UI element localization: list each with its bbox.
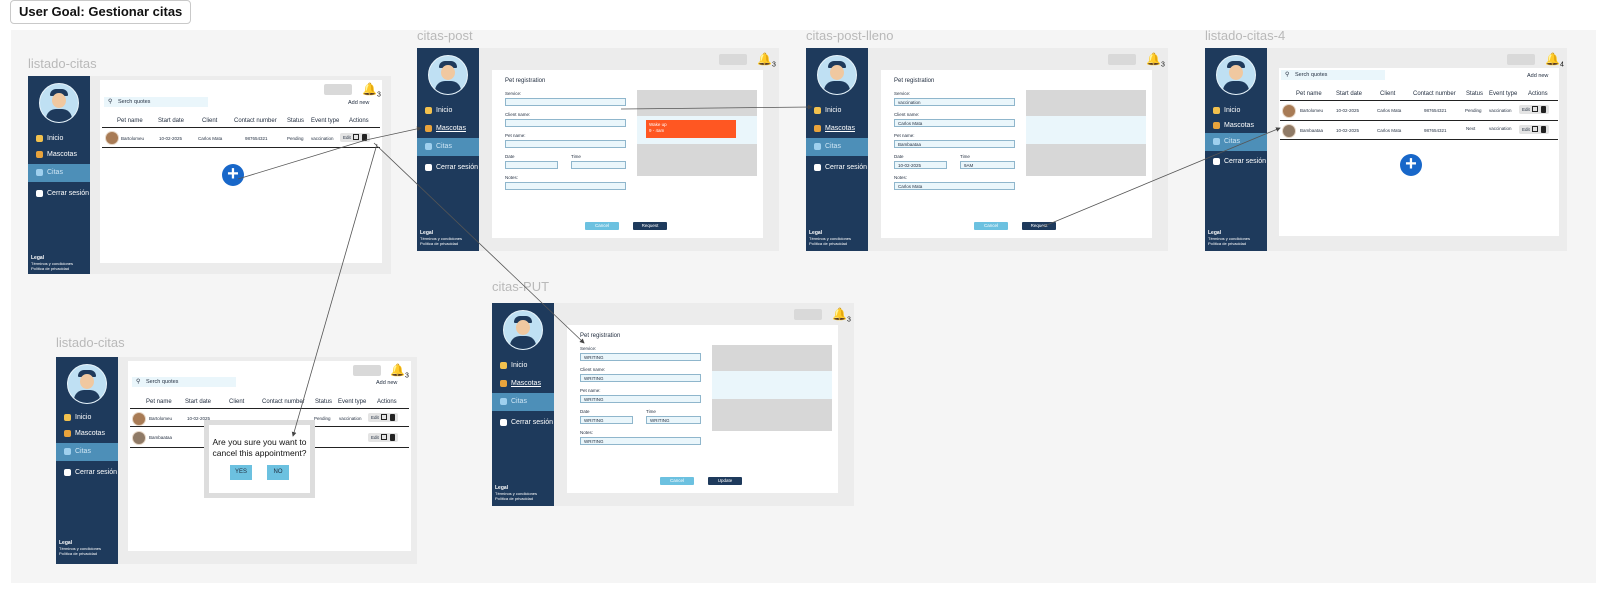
connector-post-to-filled: [620, 104, 813, 110]
connector-filled-to-list: [1041, 127, 1281, 228]
connector-add-to-post: [237, 126, 422, 180]
flow-connectors: [237, 104, 1281, 437]
connector-edit-to-put: [373, 142, 585, 344]
connector-delete-to-dialog: [291, 143, 378, 437]
